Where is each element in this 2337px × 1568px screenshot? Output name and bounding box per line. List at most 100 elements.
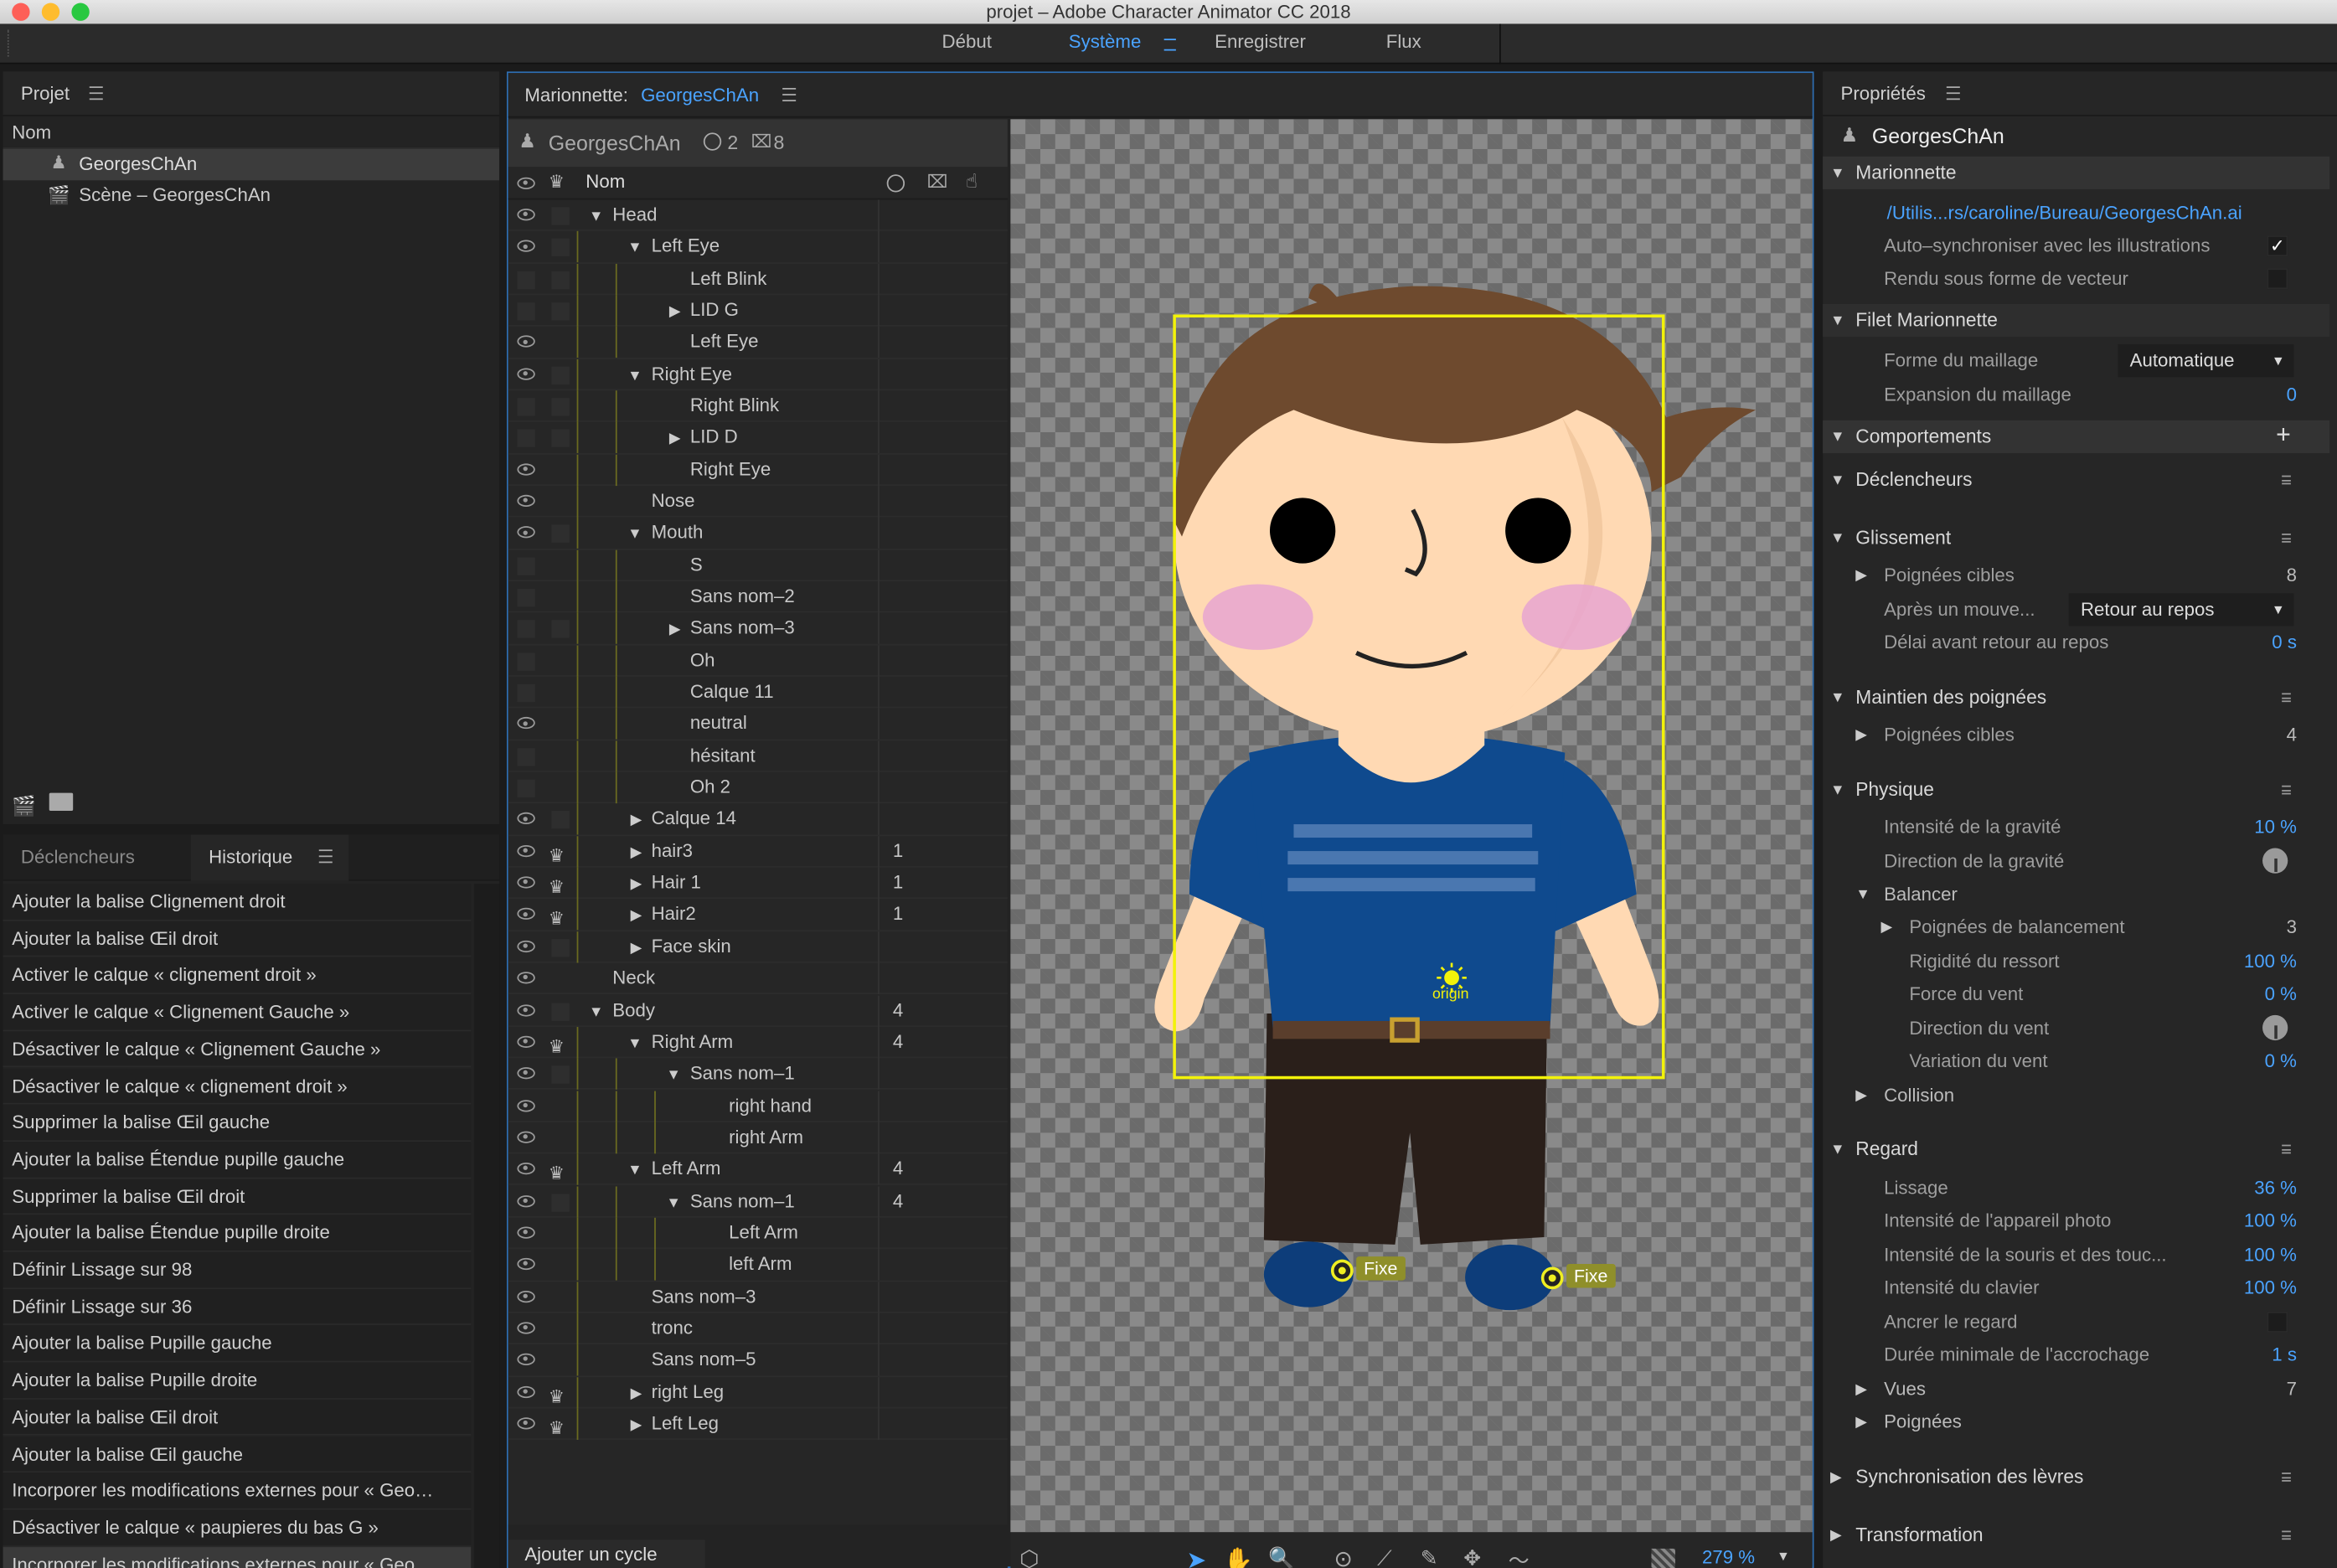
history-item[interactable]: Activer le calque « Clignement Gauche »: [3, 994, 472, 1032]
puppet-canvas[interactable]: origin Fixe Fixe: [1010, 119, 1813, 1533]
visibility-eye-icon[interactable]: [517, 1067, 535, 1080]
selection-tool-icon[interactable]: ➤: [1186, 1545, 1206, 1568]
layer-row[interactable]: ▼ Sans nom–1: [508, 1058, 1008, 1091]
layer-row[interactable]: ♛ ▶ Hair 11: [508, 867, 1008, 900]
layer-row[interactable]: Neck: [508, 962, 1008, 995]
visibility-toggle[interactable]: [517, 747, 535, 766]
workspace-menu-icon[interactable]: [1163, 39, 1176, 51]
layer-row[interactable]: ▼ Right Eye: [508, 358, 1008, 391]
visibility-eye-icon[interactable]: [517, 1099, 535, 1112]
expand-right-icon[interactable]: ▶: [669, 615, 681, 646]
history-item[interactable]: Supprimer la balise Œil droit: [3, 1178, 472, 1215]
layer-row[interactable]: ▶ Sans nom–3: [508, 613, 1008, 645]
independence-toggle[interactable]: [551, 398, 570, 416]
visibility-eye-icon[interactable]: [517, 1163, 535, 1175]
transparency-grid-icon[interactable]: [1651, 1548, 1675, 1568]
close-window-button[interactable]: [12, 3, 30, 21]
project-menu-icon[interactable]: [89, 86, 103, 101]
hand-tool-icon[interactable]: ✋: [1224, 1545, 1253, 1568]
independence-toggle[interactable]: [551, 1002, 570, 1021]
behavior-menu-icon[interactable]: [2282, 1144, 2291, 1154]
history-item[interactable]: Incorporer les modifications externes po…: [3, 1546, 472, 1568]
history-item[interactable]: Activer le calque « clignement droit »: [3, 957, 472, 995]
behaviors-column-icon[interactable]: ⌧: [927, 172, 948, 193]
section-filet[interactable]: ▼ Filet Marionnette: [1823, 304, 2330, 338]
visibility-eye-icon[interactable]: [517, 1354, 535, 1366]
layer-row[interactable]: Sans nom–2: [508, 581, 1008, 614]
layer-row[interactable]: ▼ Head: [508, 199, 1008, 232]
visibility-eye-icon[interactable]: [517, 367, 535, 380]
spring-value[interactable]: 100 %: [2244, 945, 2297, 977]
independence-toggle[interactable]: [551, 1193, 570, 1211]
layer-row[interactable]: Nose: [508, 486, 1008, 518]
triggers-column-icon[interactable]: ☝: [966, 170, 978, 193]
wind-variation-value[interactable]: 0 %: [2265, 1044, 2297, 1077]
independence-toggle[interactable]: [551, 239, 570, 257]
expand-right-icon[interactable]: ▶: [631, 869, 642, 900]
visibility-eye-icon[interactable]: [517, 526, 535, 539]
layer-row[interactable]: ▼ Sans nom–1 4: [508, 1185, 1008, 1218]
puppet-header-name[interactable]: GeorgesChAn: [641, 85, 759, 106]
mouse-strength-value[interactable]: 100 %: [2244, 1239, 2297, 1271]
visibility-toggle[interactable]: [517, 557, 535, 575]
layer-row[interactable]: ♛ ▶ right Leg: [508, 1376, 1008, 1409]
independent-crown-icon[interactable]: ♛: [549, 1413, 565, 1444]
smoothing-value[interactable]: 36 %: [2254, 1172, 2297, 1204]
layer-row[interactable]: ♛ ▼ Left Arm 4: [508, 1153, 1008, 1186]
layer-row[interactable]: Left Arm: [508, 1217, 1008, 1250]
layer-row[interactable]: left Arm: [508, 1249, 1008, 1282]
history-item[interactable]: Ajouter la balise Œil droit: [3, 921, 472, 958]
visibility-toggle[interactable]: [517, 652, 535, 671]
layer-row[interactable]: ▶ LID G: [508, 295, 1008, 328]
fixed-pin-right[interactable]: [1540, 1266, 1564, 1290]
behavior-menu-icon[interactable]: [2282, 785, 2291, 795]
expand-down-icon[interactable]: ▼: [627, 1155, 642, 1186]
expand-down-icon[interactable]: ▼: [589, 201, 604, 232]
visibility-toggle[interactable]: [517, 620, 535, 639]
add-cycle-button[interactable]: Ajouter un cycle: [508, 1540, 705, 1568]
visibility-toggle[interactable]: [517, 398, 535, 416]
independence-toggle[interactable]: [551, 811, 570, 830]
expand-down-icon[interactable]: ▼: [627, 233, 642, 264]
fixed-pin-left[interactable]: [1330, 1259, 1354, 1282]
chevron-down-icon[interactable]: ▼: [1777, 1549, 1790, 1564]
anchor-gaze-checkbox[interactable]: [2267, 1311, 2288, 1333]
visibility-eye-icon[interactable]: [517, 1131, 535, 1143]
project-item-puppet[interactable]: ♟ GeorgesChAn: [3, 148, 500, 181]
mesh-shape-dropdown[interactable]: Automatique ▼: [2118, 344, 2294, 378]
view-icon[interactable]: ⬡: [1019, 1545, 1039, 1568]
visibility-eye-icon[interactable]: [517, 462, 535, 476]
expand-down-icon[interactable]: ▼: [627, 519, 642, 550]
visibility-eye-icon[interactable]: [517, 1322, 535, 1334]
layer-row[interactable]: Left Eye: [508, 327, 1008, 359]
layer-row[interactable]: Oh: [508, 645, 1008, 677]
independence-toggle[interactable]: [551, 938, 570, 957]
layer-row[interactable]: ♛ ▼ Right Arm 4: [508, 1026, 1008, 1059]
history-scrollbar[interactable]: [473, 884, 500, 1568]
add-behavior-icon[interactable]: +: [2276, 419, 2291, 451]
visibility-toggle[interactable]: [517, 779, 535, 798]
visibility-eye-icon[interactable]: [517, 494, 535, 508]
section-maintien[interactable]: ▼ Maintien des poignées: [1823, 681, 2329, 714]
handles-row[interactable]: ▶ Poignées: [1823, 1406, 2329, 1438]
history-item[interactable]: Ajouter la balise Pupille gauche: [3, 1325, 472, 1363]
independence-toggle[interactable]: [551, 525, 570, 544]
gravity-direction-knob[interactable]: [2262, 848, 2288, 874]
section-lip-sync[interactable]: ▶ Synchronisation des lèvres: [1823, 1461, 2329, 1493]
handles-column-icon[interactable]: [886, 174, 905, 193]
return-delay-value[interactable]: 0 s: [2272, 626, 2297, 658]
expand-right-icon[interactable]: ▶: [631, 901, 642, 932]
new-scene-icon[interactable]: 🎬: [12, 794, 36, 818]
expand-right-icon[interactable]: ▶: [631, 1378, 642, 1409]
visibility-eye-icon[interactable]: [517, 876, 535, 889]
visibility-eye-icon[interactable]: [517, 717, 535, 730]
dangle-handles-row[interactable]: ▶ Poignées de balancement 3: [1823, 910, 2329, 943]
visibility-eye-icon[interactable]: [517, 1290, 535, 1302]
dragger-tool-icon[interactable]: ✥: [1463, 1545, 1481, 1568]
properties-menu-icon[interactable]: [1946, 86, 1960, 101]
layer-row[interactable]: neutral: [508, 709, 1008, 740]
history-item[interactable]: Ajouter la balise Œil gauche: [3, 1436, 472, 1473]
mesh-expansion-value[interactable]: 0: [2287, 379, 2297, 411]
behavior-menu-icon[interactable]: [2282, 1530, 2291, 1540]
pin-tool-icon[interactable]: ✎: [1421, 1545, 1438, 1568]
